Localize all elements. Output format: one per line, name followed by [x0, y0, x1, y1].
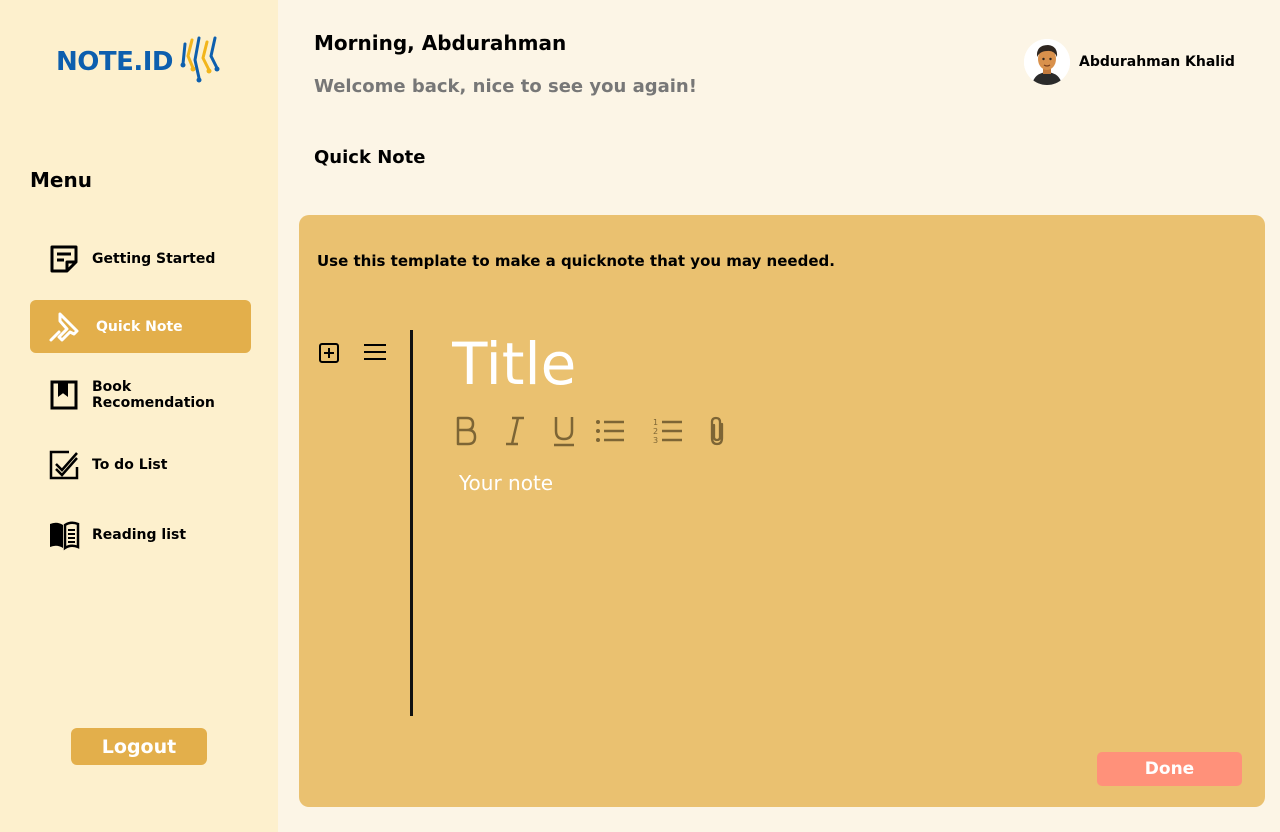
sidebar-item-label: Reading list — [92, 526, 187, 543]
attach-button[interactable] — [706, 413, 728, 449]
numbered-list-icon: 1 2 3 — [653, 418, 682, 445]
underline-button[interactable] — [552, 413, 576, 449]
bold-icon — [456, 416, 477, 446]
avatar[interactable] — [1024, 39, 1070, 85]
welcome-message: Welcome back, nice to see you again! — [314, 76, 697, 97]
bold-button[interactable] — [454, 413, 478, 449]
block-menu-button[interactable] — [363, 342, 387, 362]
logo-mark-icon — [180, 36, 220, 83]
svg-text:3: 3 — [653, 436, 658, 445]
sidebar-item-getting-started[interactable]: Getting Started — [30, 232, 251, 285]
add-block-button[interactable] — [318, 342, 340, 364]
sticky-note-icon — [48, 243, 80, 275]
quick-note-card: Use this template to make a quicknote th… — [299, 215, 1265, 807]
page-title: Quick Note — [314, 147, 426, 168]
numbered-list-button[interactable]: 1 2 3 — [653, 413, 683, 449]
user-profile[interactable]: Abdurahman Khalid — [1024, 39, 1235, 85]
bullet-list-button[interactable] — [595, 413, 625, 449]
svg-text:1: 1 — [653, 418, 658, 427]
sidebar-item-to-do-list[interactable]: To do List — [30, 438, 251, 491]
card-instructions: Use this template to make a quicknote th… — [317, 252, 835, 270]
pin-icon — [48, 311, 80, 343]
sidebar-item-label: Getting Started — [92, 250, 216, 267]
italic-button[interactable] — [504, 413, 526, 449]
sidebar-item-label: Book Recomendation — [92, 378, 215, 411]
sidebar: NOTE.ID Menu Getting Started Quick Note … — [0, 0, 278, 832]
note-input[interactable] — [454, 471, 1234, 701]
greeting: Morning, Abdurahman — [314, 31, 567, 55]
bullet-list-icon — [596, 420, 624, 442]
open-book-icon — [48, 519, 80, 551]
sidebar-item-label: Quick Note — [96, 318, 183, 335]
editor-divider — [410, 330, 413, 716]
logo: NOTE.ID — [56, 34, 227, 90]
paperclip-icon — [710, 416, 724, 446]
italic-icon — [506, 416, 524, 446]
sidebar-item-label: To do List — [92, 456, 168, 473]
done-button[interactable]: Done — [1097, 752, 1242, 786]
user-name: Abdurahman Khalid — [1079, 54, 1235, 70]
underline-icon — [554, 417, 574, 447]
bookmark-book-icon — [48, 379, 80, 411]
sidebar-item-quick-note[interactable]: Quick Note — [30, 300, 251, 353]
hamburger-icon — [364, 344, 386, 360]
plus-square-icon — [319, 343, 339, 363]
sidebar-item-reading-list[interactable]: Reading list — [30, 508, 251, 561]
checklist-icon — [48, 449, 80, 481]
avatar-icon — [1024, 39, 1070, 85]
title-input[interactable] — [452, 331, 952, 397]
sidebar-item-book-recomendation[interactable]: Book Recomendation — [30, 368, 251, 421]
svg-text:2: 2 — [653, 427, 658, 436]
menu-title: Menu — [30, 168, 92, 192]
logo-text: NOTE.ID — [56, 47, 174, 77]
logout-button[interactable]: Logout — [71, 728, 207, 765]
